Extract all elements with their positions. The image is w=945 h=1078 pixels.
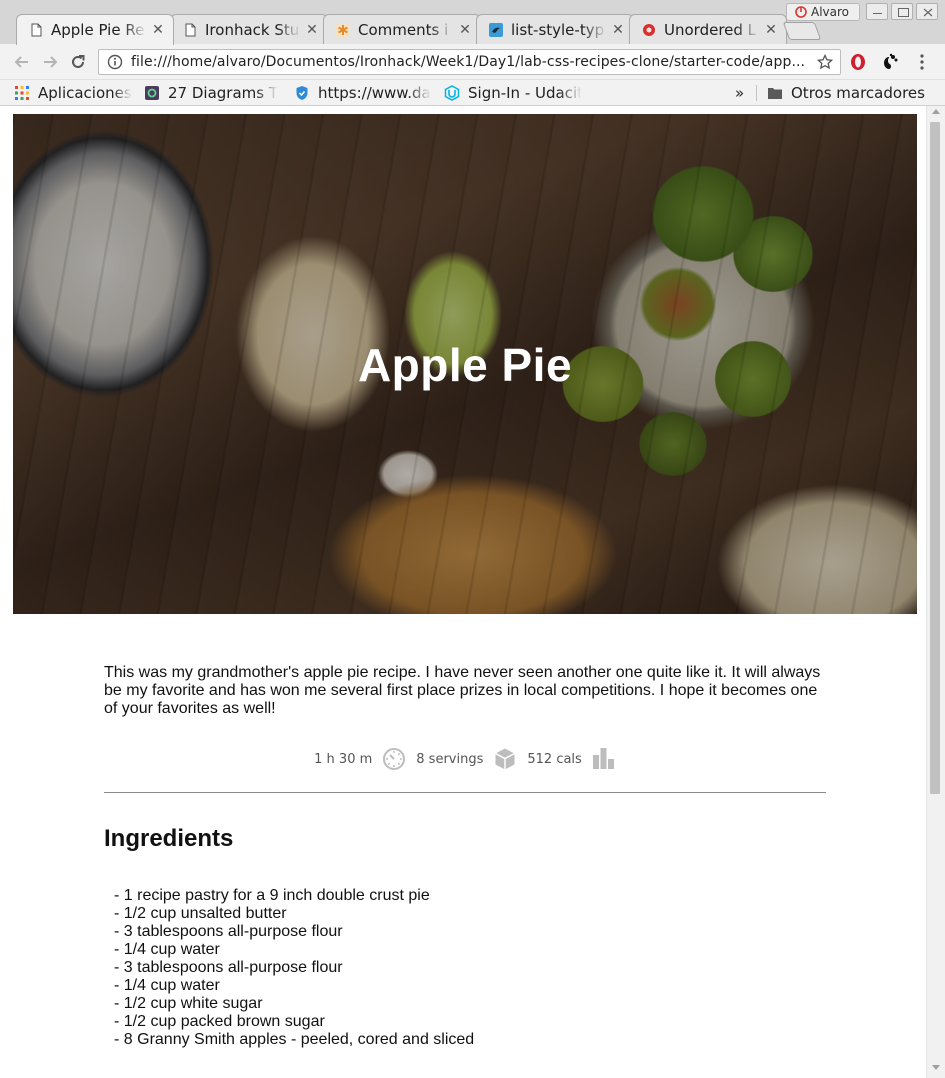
- folder-icon: [767, 85, 783, 101]
- list-item: - 3 tablespoons all-purpose flour: [114, 923, 343, 940]
- tab-title: Comments i: [358, 20, 449, 39]
- list-item: - 1/2 cup packed brown sugar: [114, 1013, 325, 1030]
- close-window-button[interactable]: [916, 3, 938, 20]
- close-icon[interactable]: ✕: [764, 22, 778, 38]
- close-icon[interactable]: ✕: [611, 22, 625, 38]
- browser-chrome: Apple Pie Re ✕ Ironhack Stu ✕ Comments i…: [0, 0, 945, 106]
- tab-comments[interactable]: Comments i ✕: [323, 14, 481, 44]
- stat-servings: 8 servings: [416, 747, 517, 771]
- bookmark-aplicaciones[interactable]: Aplicaciones: [14, 80, 139, 106]
- document-icon: [183, 23, 197, 37]
- bookmark-label: 27 Diagrams T: [168, 84, 279, 102]
- bookmark-separator: [756, 85, 757, 101]
- tab-title: list-style-typ: [511, 20, 605, 39]
- chevron-double-icon: »: [735, 84, 745, 102]
- stat-time: 1 h 30 m: [314, 747, 406, 771]
- hero-banner: Apple Pie: [13, 114, 917, 614]
- forward-arrow-icon[interactable]: [40, 52, 60, 72]
- browser-toolbar: file:///home/alvaro/Documentos/Ironhack/…: [0, 44, 945, 80]
- new-tab-button[interactable]: [782, 22, 822, 40]
- asterisk-icon: [336, 22, 350, 37]
- bookmark-27-diagrams[interactable]: 27 Diagrams T: [144, 80, 282, 106]
- scroll-down-arrow-icon[interactable]: [932, 1065, 940, 1070]
- close-icon[interactable]: ✕: [305, 22, 319, 38]
- opera-extension-icon[interactable]: [848, 52, 868, 72]
- stat-servings-label: 8 servings: [416, 751, 484, 767]
- timer-icon: [382, 747, 406, 771]
- bar-chart-icon: [592, 747, 616, 771]
- vertical-scrollbar[interactable]: [926, 106, 945, 1078]
- stat-calories-label: 512 cals: [527, 751, 582, 767]
- url-text: file:///home/alvaro/Documentos/Ironhack/…: [131, 54, 806, 70]
- list-item: - 1/2 cup white sugar: [114, 995, 263, 1012]
- tab-ironhack[interactable]: Ironhack Stu ✕: [170, 14, 328, 44]
- close-icon: [923, 8, 933, 17]
- document-icon: [29, 23, 43, 37]
- cube-icon: [493, 747, 517, 771]
- list-item: - 1 recipe pastry for a 9 inch double cr…: [114, 887, 430, 904]
- list-item: - 1/4 cup water: [114, 977, 220, 994]
- bookmark-udacity[interactable]: Sign-In - Udacit: [444, 80, 582, 106]
- star-icon[interactable]: [816, 54, 834, 70]
- other-bookmarks-folder[interactable]: Otros marcadores: [767, 80, 937, 106]
- profile-name: Alvaro: [811, 5, 850, 19]
- info-icon[interactable]: [107, 54, 123, 70]
- minimize-button[interactable]: [866, 3, 888, 20]
- tab-title: Ironhack Stu: [205, 20, 300, 39]
- bookmark-https[interactable]: https://www.da: [294, 80, 432, 106]
- ingredients-title: Ingredients: [104, 825, 234, 852]
- section-divider: [104, 792, 826, 793]
- record-icon: [642, 23, 656, 37]
- tab-list-style[interactable]: list-style-typ ✕: [476, 14, 634, 44]
- scroll-up-arrow-icon[interactable]: [932, 109, 940, 114]
- udacity-icon: [444, 85, 460, 101]
- address-bar[interactable]: file:///home/alvaro/Documentos/Ironhack/…: [98, 49, 841, 75]
- scrollbar-thumb[interactable]: [930, 122, 940, 794]
- close-icon[interactable]: ✕: [151, 22, 165, 38]
- stat-calories: 512 cals: [527, 747, 615, 771]
- bookmark-label: Aplicaciones: [38, 84, 132, 102]
- page-viewport: Apple Pie This was my grandmother's appl…: [0, 106, 926, 1078]
- close-icon[interactable]: ✕: [458, 22, 472, 38]
- other-bookmarks-label: Otros marcadores: [791, 84, 925, 102]
- tab-title: Unordered L: [664, 20, 757, 39]
- tab-strip: Apple Pie Re ✕ Ironhack Stu ✕ Comments i…: [0, 0, 945, 45]
- bookmark-label: https://www.da: [318, 84, 431, 102]
- reload-icon[interactable]: [68, 52, 88, 72]
- bookmark-label: Sign-In - Udacit: [468, 84, 582, 102]
- tab-title: Apple Pie Re: [51, 21, 145, 39]
- maximize-button[interactable]: [891, 3, 913, 20]
- gnome-extension-icon[interactable]: [880, 52, 900, 72]
- shield-icon: [294, 85, 310, 101]
- bird-icon: [489, 22, 503, 37]
- recipe-stats: 1 h 30 m 8 servings 512 cals: [104, 746, 826, 772]
- bookmarks-bar: Aplicaciones 27 Diagrams T https://www.d…: [0, 80, 945, 106]
- list-item: - 1/4 cup water: [114, 941, 220, 958]
- menu-icon[interactable]: [912, 52, 932, 72]
- profile-icon: [795, 6, 807, 18]
- tab-apple-pie[interactable]: Apple Pie Re ✕: [16, 14, 174, 45]
- profile-button[interactable]: Alvaro: [786, 3, 860, 21]
- stat-time-label: 1 h 30 m: [314, 751, 373, 767]
- hero-title: Apple Pie: [357, 339, 573, 391]
- list-item: - 3 tablespoons all-purpose flour: [114, 959, 343, 976]
- bookmarks-overflow-button[interactable]: »: [735, 80, 749, 106]
- tab-unordered[interactable]: Unordered L ✕: [629, 14, 787, 44]
- list-item: - 1/2 cup unsalted butter: [114, 905, 287, 922]
- ingredients-list: - 1 recipe pastry for a 9 inch double cr…: [114, 887, 474, 1049]
- diagram-icon: [144, 85, 160, 101]
- back-arrow-icon[interactable]: [12, 52, 32, 72]
- list-item: - 8 Granny Smith apples - peeled, cored …: [114, 1031, 475, 1048]
- recipe-intro: This was my grandmother's apple pie reci…: [104, 664, 821, 717]
- recipe-intro-block: This was my grandmother's apple pie reci…: [104, 664, 826, 718]
- apps-grid-icon: [14, 85, 30, 101]
